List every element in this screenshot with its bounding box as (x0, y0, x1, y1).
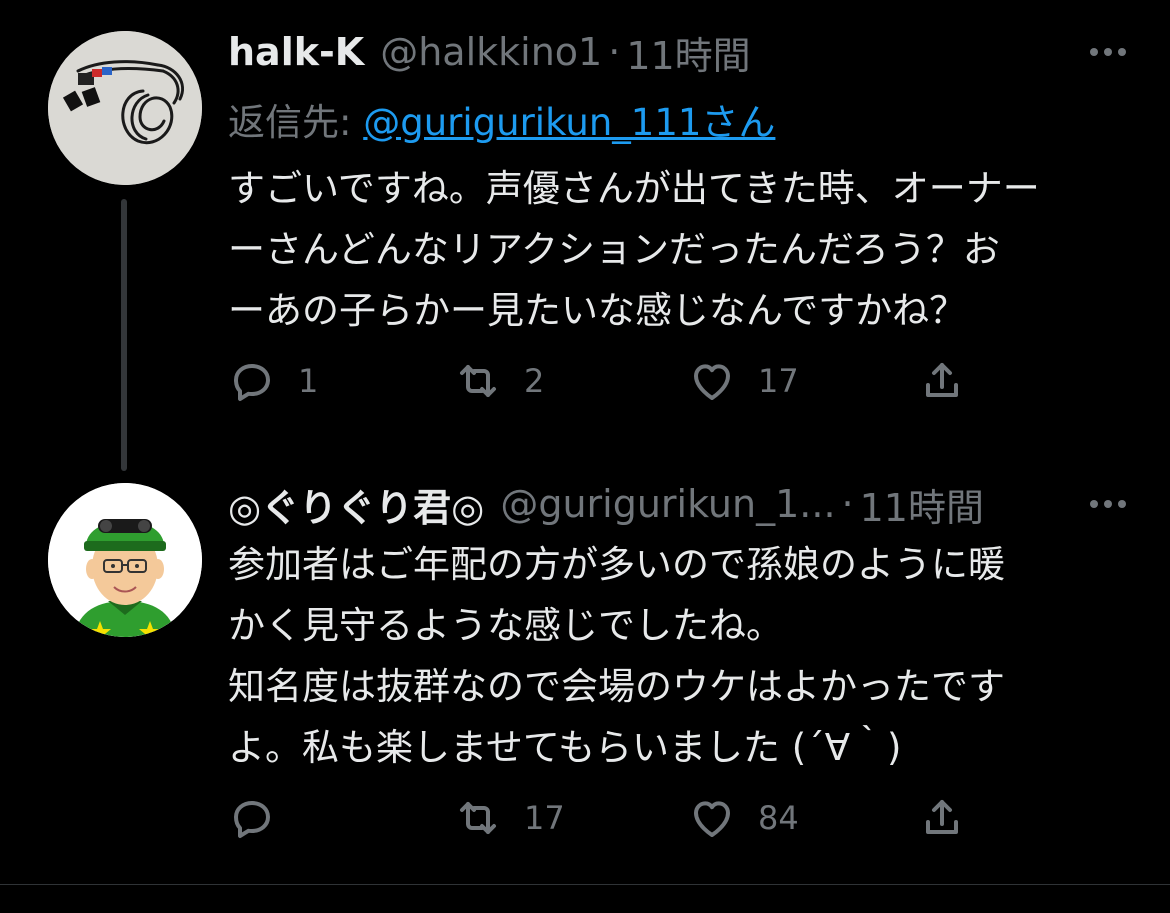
more-dots-icon (1090, 48, 1098, 56)
user-handle[interactable]: @halkkino1 (380, 30, 602, 74)
share-icon (926, 363, 958, 397)
heart-icon (694, 364, 730, 400)
retweet-count: 2 (524, 362, 545, 400)
like-count: 17 (758, 362, 799, 400)
avatar-guriguri-kun[interactable] (48, 483, 202, 637)
share-icon (926, 800, 958, 834)
replying-to: 返信先: @guriguri​kun_111さん (228, 92, 775, 146)
tweet-2[interactable]: ◎ぐりぐり君◎ @guriguri​kun_1... · 11時間 参加者はご年… (0, 460, 1170, 884)
share-button[interactable] (918, 356, 966, 406)
tweet-header: halk-K @halkkino1 · 11時間 (228, 25, 751, 80)
retweet-button[interactable]: 17 (454, 793, 565, 843)
tweet-header: ◎ぐりぐり君◎ @guriguri​kun_1... · 11時間 (228, 477, 984, 532)
retweet-icon (460, 365, 496, 397)
retweet-button[interactable]: 2 (454, 356, 544, 406)
heart-icon (694, 801, 730, 837)
like-button[interactable]: 17 (688, 356, 799, 406)
divider (0, 884, 1170, 885)
avatar-halk-k[interactable] (48, 31, 202, 185)
user-handle[interactable]: @guriguri​kun_1... (500, 482, 835, 526)
display-name[interactable]: halk-K (228, 30, 364, 74)
like-count: 84 (758, 799, 799, 837)
earphones-photo-icon (48, 31, 202, 185)
tweet-text: 参加者はご年配の方が多いので孫娘のように暖 かく見守るような感じでしたね。 知名… (228, 543, 1005, 769)
replying-prefix: 返信先: (228, 101, 364, 144)
replying-to-link[interactable]: @guriguri​kun_111さん (363, 101, 775, 144)
reply-button[interactable] (228, 793, 298, 843)
jockey-avatar-icon (48, 483, 202, 637)
display-name[interactable]: ◎ぐりぐり君◎ (228, 477, 484, 532)
tweet-actions: 1 2 17 (228, 356, 1008, 406)
separator-dot: · (841, 482, 854, 526)
tweet-actions: 17 84 (228, 793, 1008, 843)
reply-button[interactable]: 1 (228, 356, 318, 406)
retweet-count: 17 (524, 799, 565, 837)
share-button[interactable] (918, 793, 966, 843)
reply-icon (234, 364, 270, 401)
more-options-button[interactable] (1080, 484, 1136, 524)
separator-dot: · (608, 30, 621, 74)
more-dots-icon (1090, 500, 1098, 508)
more-options-button[interactable] (1080, 32, 1136, 72)
like-button[interactable]: 84 (688, 793, 799, 843)
tweet-1[interactable]: halk-K @halkkino1 · 11時間 返信先: @guriguri​… (0, 0, 1170, 460)
retweet-icon (460, 802, 496, 834)
reply-icon (234, 801, 270, 838)
thread-connector-line (121, 199, 127, 471)
timestamp[interactable]: 11時間 (860, 477, 984, 532)
tweet-text: すごいですね。声優さんが出てきた時、オーナー ーさんどんなリアクションだったんだ… (228, 167, 1040, 332)
reply-count: 1 (298, 362, 319, 400)
timestamp[interactable]: 11時間 (626, 25, 750, 80)
